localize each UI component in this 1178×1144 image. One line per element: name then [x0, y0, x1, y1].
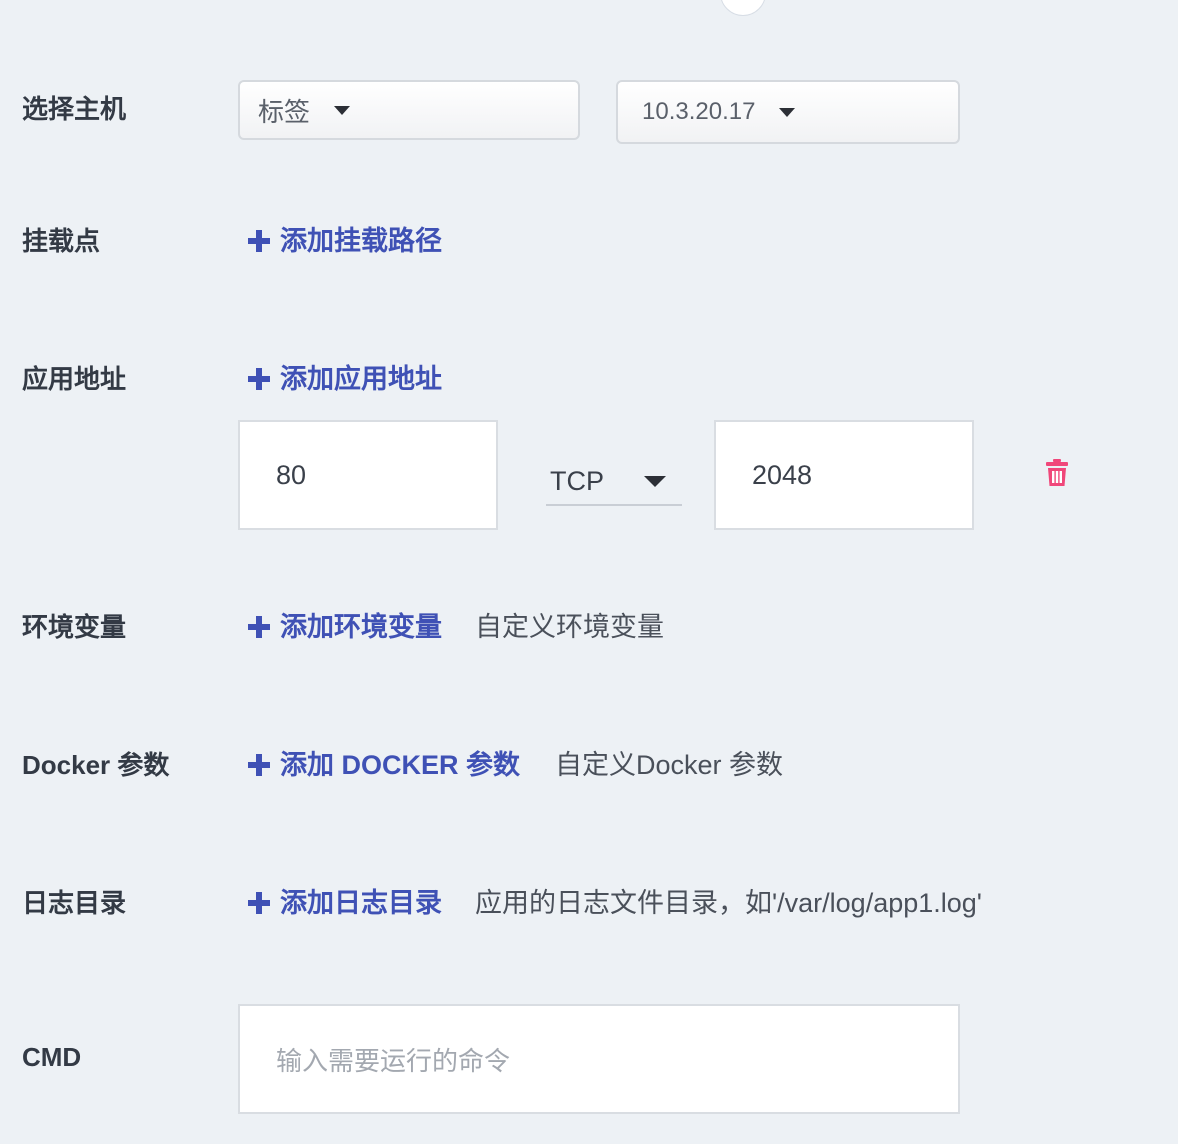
plus-icon [248, 616, 270, 638]
add-log-dir-label: 添加日志目录 [280, 888, 442, 918]
log-label: 日志目录 [22, 888, 127, 918]
cmd-input[interactable]: 输入需要运行的命令 [238, 1004, 960, 1114]
add-log-dir-button[interactable]: 添加日志目录 [248, 888, 442, 918]
tag-select[interactable]: 标签 [238, 80, 580, 140]
trash-icon[interactable] [1045, 459, 1069, 487]
tag-select-value: 标签 [258, 96, 311, 127]
plus-icon [248, 754, 270, 776]
docker-label: Docker 参数 [22, 750, 170, 780]
add-mount-path-button[interactable]: 添加挂载路径 [248, 226, 442, 256]
env-label: 环境变量 [22, 612, 127, 642]
add-docker-param-label: 添加 DOCKER 参数 [280, 750, 521, 780]
plus-icon [248, 892, 270, 914]
host-ip-select[interactable]: 10.3.20.17 [616, 80, 960, 144]
add-mount-path-label: 添加挂载路径 [280, 226, 442, 256]
env-hint: 自定义环境变量 [475, 612, 664, 642]
plus-icon [248, 368, 270, 390]
add-docker-param-button[interactable]: 添加 DOCKER 参数 [248, 750, 520, 780]
chevron-down-icon [644, 475, 666, 487]
container-port-input[interactable]: 80 [238, 420, 498, 530]
cmd-label: CMD [22, 1042, 82, 1072]
host-ip-value: 10.3.20.17 [642, 98, 756, 125]
chevron-down-icon [779, 107, 796, 117]
protocol-select[interactable]: TCP [546, 458, 682, 506]
host-label: 选择主机 [22, 94, 127, 124]
docker-hint: 自定义Docker 参数 [555, 750, 784, 780]
host-port-value: 2048 [752, 459, 813, 490]
chevron-down-icon [334, 105, 351, 115]
container-port-value: 80 [276, 459, 307, 490]
cmd-placeholder: 输入需要运行的命令 [276, 1045, 511, 1076]
mount-label: 挂载点 [22, 226, 101, 256]
add-env-label: 添加环境变量 [280, 612, 442, 642]
host-port-input[interactable]: 2048 [714, 420, 974, 530]
protocol-value: TCP [550, 465, 604, 496]
add-app-address-label: 添加应用地址 [280, 364, 442, 394]
log-hint: 应用的日志文件目录，如'/var/log/app1.log' [475, 888, 982, 918]
add-app-address-button[interactable]: 添加应用地址 [248, 364, 442, 394]
add-env-button[interactable]: 添加环境变量 [248, 612, 442, 642]
plus-icon [248, 230, 270, 252]
top-toggle-circle[interactable] [720, 0, 766, 16]
app-address-label: 应用地址 [22, 364, 127, 394]
